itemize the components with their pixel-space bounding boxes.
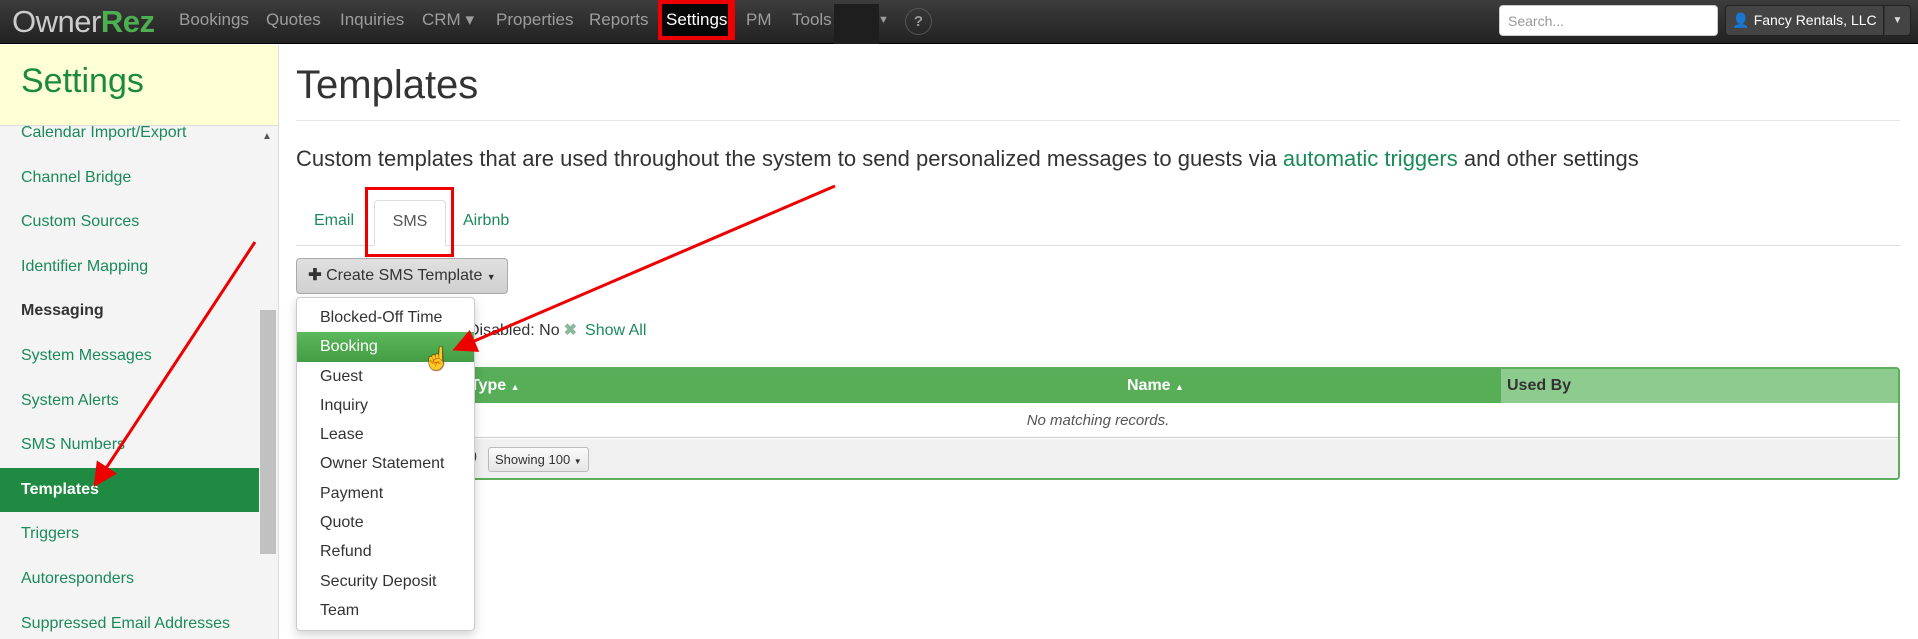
search-input[interactable]: [1499, 5, 1718, 36]
sidebar: Settings Calendar Import/Export Channel B…: [0, 45, 279, 639]
create-sms-template-button[interactable]: ✚ Create SMS Template ▼: [296, 258, 508, 294]
dropdown-item[interactable]: Quote: [297, 508, 474, 537]
sidebar-item[interactable]: Templates: [0, 467, 259, 513]
create-button-label: Create SMS Template: [326, 267, 483, 284]
caret-down-icon: ▼: [486, 272, 496, 282]
tabs-line: [296, 245, 1900, 246]
sidebar-item[interactable]: Identifier Mapping: [0, 245, 259, 290]
table-footer: 0 Showing 100 ▼: [298, 439, 1898, 478]
caret-down-icon: ▼: [573, 457, 582, 466]
dropdown-item[interactable]: Refund: [297, 537, 474, 566]
sidebar-item: Messaging: [21, 302, 104, 320]
dropdown-item[interactable]: Owner Statement: [297, 449, 474, 478]
templates-table: Type ▲ Name ▲ Used By No matching record…: [296, 367, 1900, 480]
tools-caret-icon[interactable]: ▼: [878, 0, 889, 40]
sidebar-item[interactable]: Autoresponders: [0, 557, 259, 602]
sidebar-title: Settings: [21, 62, 144, 100]
sidebar-list: Calendar Import/Export Channel Bridge Cust…: [0, 111, 259, 639]
nav-reports[interactable]: Reports: [589, 0, 649, 40]
description-text-end: and other settings: [1457, 146, 1639, 171]
page-title: Templates: [296, 63, 479, 107]
col-used-by[interactable]: Used By: [1501, 369, 1898, 403]
annotation-arrows: [93, 184, 836, 488]
col-type[interactable]: Type ▲: [470, 369, 520, 404]
divider: [296, 120, 1900, 121]
page-description: Custom templates that are used throughou…: [296, 146, 1639, 172]
sidebar-item[interactable]: Channel Bridge: [0, 156, 259, 201]
dropdown-item[interactable]: Inquiry: [297, 391, 474, 420]
hand-cursor-icon: ☝: [423, 346, 451, 371]
nav-quotes[interactable]: Quotes: [266, 0, 321, 40]
page-size-dropdown[interactable]: Showing 100 ▼: [488, 447, 589, 472]
scroll-up-icon[interactable]: ▲: [262, 131, 272, 142]
nav-tools[interactable]: Tools: [792, 0, 832, 40]
filter-bar: Disabled: No ✖ Show All: [468, 320, 646, 340]
nav-properties[interactable]: Properties: [496, 0, 573, 40]
sort-asc-icon: ▲: [510, 382, 520, 392]
automatic-triggers-link[interactable]: automatic triggers: [1283, 146, 1458, 171]
dropdown-item[interactable]: Blocked-Off Time: [297, 303, 474, 332]
annotation-box-settings: [658, 0, 731, 40]
sidebar-item[interactable]: Triggers: [0, 512, 259, 557]
sidebar-item[interactable]: System Messages: [0, 334, 259, 379]
nav-inquiries[interactable]: Inquiries: [340, 0, 404, 40]
clear-filter-icon[interactable]: ✖: [564, 322, 577, 339]
empty-message: No matching records.: [298, 403, 1898, 438]
nav-pm[interactable]: PM: [746, 0, 772, 40]
user-caret-icon[interactable]: ▼: [1884, 5, 1911, 36]
filter-label: Disabled: No: [468, 322, 560, 339]
user-label: Fancy Rentals, LLC: [1753, 12, 1877, 28]
sidebar-item[interactable]: SMS Numbers: [0, 423, 259, 468]
sidebar-header: Settings: [0, 45, 278, 126]
show-all-link[interactable]: Show All: [585, 322, 646, 339]
sidebar-scrollbar-thumb[interactable]: [260, 310, 276, 554]
logo[interactable]: OwnerRez: [12, 4, 155, 40]
help-icon[interactable]: ?: [905, 8, 932, 35]
tab-email[interactable]: Email: [314, 200, 354, 246]
top-navbar: OwnerRez Bookings Quotes Inquiries CRM ▾…: [0, 0, 1918, 44]
dropdown-item[interactable]: Payment: [297, 479, 474, 508]
sidebar-item[interactable]: System Alerts: [0, 379, 259, 424]
description-text: Custom templates that are used throughou…: [296, 146, 1283, 171]
logo-text: Owner: [12, 4, 101, 39]
redacted-block: [834, 4, 879, 44]
table-header: Type ▲ Name ▲ Used By: [298, 369, 1898, 403]
dropdown-item[interactable]: Lease: [297, 420, 474, 449]
tab-airbnb[interactable]: Airbnb: [463, 200, 509, 246]
nav-crm[interactable]: CRM ▾: [422, 0, 474, 40]
dropdown-item[interactable]: Security Deposit: [297, 567, 474, 596]
user-icon: 👤: [1732, 12, 1750, 28]
sort-asc-icon: ▲: [1175, 382, 1184, 392]
logo-text-accent: Rez: [100, 4, 155, 39]
sidebar-item[interactable]: Suppressed Email Addresses: [0, 602, 259, 639]
nav-bookings[interactable]: Bookings: [179, 0, 249, 40]
user-menu-button[interactable]: 👤 Fancy Rentals, LLC: [1725, 5, 1884, 36]
sidebar-item[interactable]: Custom Sources: [0, 200, 259, 245]
annotation-box-sms: [365, 187, 454, 257]
dropdown-item[interactable]: Team: [297, 596, 474, 625]
plus-icon: ✚: [308, 267, 322, 284]
col-name[interactable]: Name ▲: [1127, 369, 1184, 404]
